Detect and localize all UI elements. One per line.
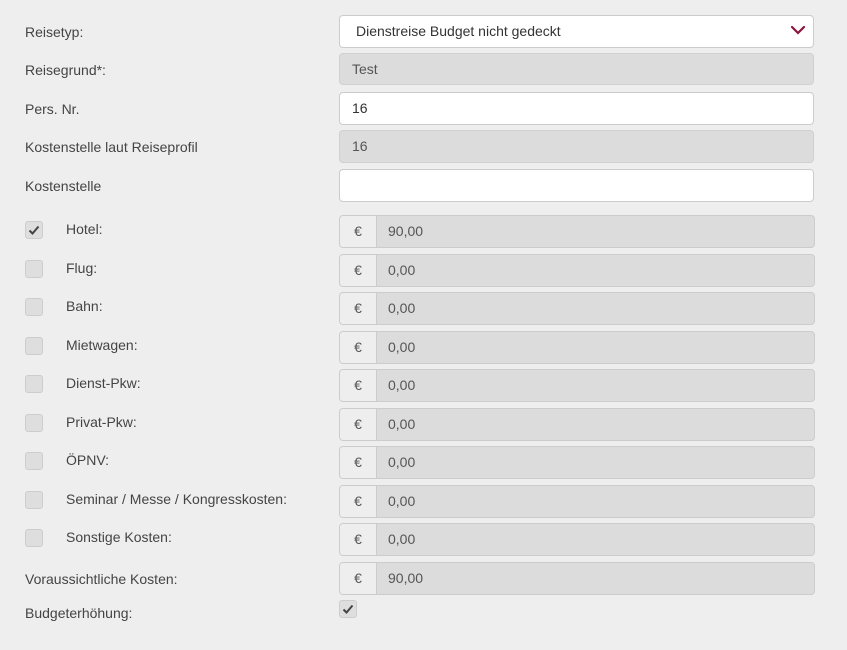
- euro-addon: €: [340, 370, 377, 401]
- euro-addon: €: [340, 447, 377, 478]
- oepnv-label: ÖPNV:: [66, 452, 110, 468]
- privat-pkw-label: Privat-Pkw:: [66, 414, 137, 430]
- mietwagen-amount: 0,00: [388, 339, 416, 355]
- budgeterhoehung-label: Budgeterhöhung:: [25, 605, 133, 621]
- sonstige-label: Sonstige Kosten:: [66, 529, 172, 545]
- persnr-label: Pers. Nr.: [25, 101, 80, 117]
- flug-amount-field: € 0,00: [339, 254, 815, 287]
- kostenstelle-profil-value: 16: [352, 138, 368, 154]
- reisetyp-value: Dienstreise Budget nicht gedeckt: [356, 23, 561, 39]
- reisetyp-select[interactable]: Dienstreise Budget nicht gedeckt: [339, 15, 814, 48]
- sonstige-checkbox[interactable]: [25, 529, 43, 547]
- persnr-input[interactable]: 16: [339, 92, 814, 125]
- voraussichtliche-kosten-field: € 90,00: [339, 562, 815, 595]
- dienst-pkw-amount-field: € 0,00: [339, 369, 815, 402]
- persnr-value: 16: [352, 100, 368, 116]
- flug-checkbox[interactable]: [25, 260, 43, 278]
- euro-addon: €: [340, 563, 377, 594]
- euro-addon: €: [340, 293, 377, 324]
- mietwagen-amount-field: € 0,00: [339, 331, 815, 364]
- checkmark-icon: [28, 225, 40, 235]
- dienst-pkw-checkbox[interactable]: [25, 375, 43, 393]
- chevron-down-icon: [790, 25, 806, 35]
- hotel-checkbox[interactable]: [25, 221, 43, 239]
- seminar-label: Seminar / Messe / Kongresskosten:: [66, 491, 287, 507]
- kostenstelle-input[interactable]: [339, 169, 814, 202]
- euro-addon: €: [340, 255, 377, 286]
- bahn-checkbox[interactable]: [25, 298, 43, 316]
- oepnv-checkbox[interactable]: [25, 452, 43, 470]
- kostenstelle-profil-field: 16: [339, 130, 814, 163]
- voraussichtliche-kosten-label: Voraussichtliche Kosten:: [25, 571, 178, 587]
- privat-pkw-amount-field: € 0,00: [339, 408, 815, 441]
- reisegrund-label: Reisegrund*:: [25, 62, 106, 78]
- seminar-checkbox[interactable]: [25, 491, 43, 509]
- euro-addon: €: [340, 524, 377, 555]
- checkmark-icon: [342, 604, 354, 614]
- seminar-amount-field: € 0,00: [339, 485, 815, 518]
- mietwagen-label: Mietwagen:: [66, 337, 138, 353]
- hotel-label: Hotel:: [66, 221, 103, 237]
- hotel-amount: 90,00: [388, 223, 424, 239]
- bahn-amount: 0,00: [388, 300, 416, 316]
- flug-amount: 0,00: [388, 262, 416, 278]
- seminar-amount: 0,00: [388, 493, 416, 509]
- hotel-amount-field: € 90,00: [339, 215, 815, 248]
- euro-addon: €: [340, 486, 377, 517]
- euro-addon: €: [340, 332, 377, 363]
- oepnv-amount-field: € 0,00: [339, 446, 815, 479]
- privat-pkw-amount: 0,00: [388, 416, 416, 432]
- dienst-pkw-label: Dienst-Pkw:: [66, 375, 141, 391]
- reisetyp-label: Reisetyp:: [25, 24, 84, 40]
- sonstige-amount-field: € 0,00: [339, 523, 815, 556]
- bahn-amount-field: € 0,00: [339, 292, 815, 325]
- kostenstelle-label: Kostenstelle: [25, 178, 102, 194]
- euro-addon: €: [340, 409, 377, 440]
- privat-pkw-checkbox[interactable]: [25, 414, 43, 432]
- voraussichtliche-kosten-amount: 90,00: [388, 570, 424, 586]
- reisegrund-value: Test: [352, 61, 378, 77]
- mietwagen-checkbox[interactable]: [25, 337, 43, 355]
- bahn-label: Bahn:: [66, 298, 103, 314]
- dienst-pkw-amount: 0,00: [388, 377, 416, 393]
- flug-label: Flug:: [66, 260, 98, 276]
- reisegrund-field: Test: [339, 53, 814, 85]
- oepnv-amount: 0,00: [388, 454, 416, 470]
- budgeterhoehung-checkbox[interactable]: [339, 600, 357, 618]
- kostenstelle-profil-label: Kostenstelle laut Reiseprofil: [25, 139, 198, 155]
- sonstige-amount: 0,00: [388, 531, 416, 547]
- euro-addon: €: [340, 216, 377, 247]
